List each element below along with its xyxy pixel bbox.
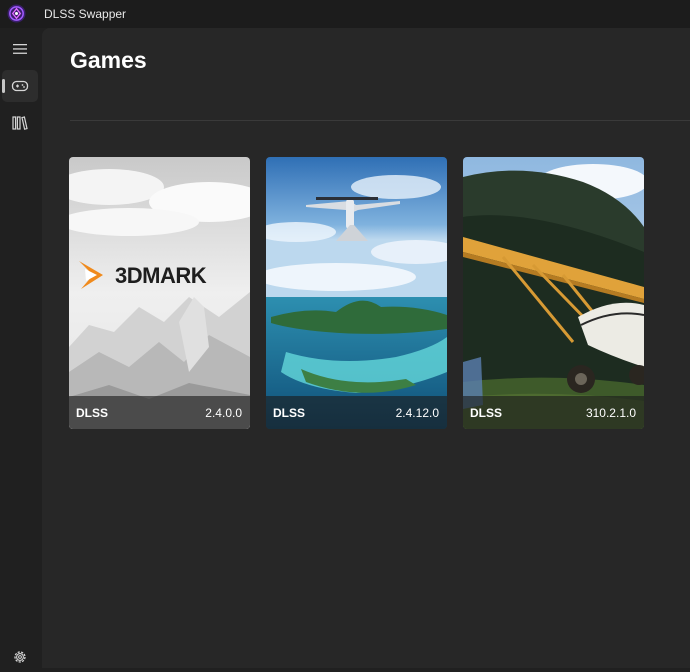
dlss-label: DLSS	[470, 405, 503, 420]
game-cover-3dmark	[69, 157, 250, 429]
selection-indicator	[2, 79, 5, 93]
gamepad-icon	[11, 80, 29, 92]
page-title: Games	[70, 47, 147, 73]
game-card-flight-forest[interactable]: DLSS 310.2.1.0	[463, 157, 644, 429]
nav-item-games[interactable]	[2, 70, 38, 102]
card-footer: DLSS 2.4.0.0	[69, 396, 250, 429]
game-cover-island	[266, 157, 447, 429]
menu-toggle-button[interactable]	[2, 33, 38, 65]
nav-item-library[interactable]	[2, 107, 38, 139]
library-icon	[12, 116, 28, 130]
game-card-flight-island[interactable]: DLSS 2.4.12.0	[266, 157, 447, 429]
navigation-rail	[0, 28, 42, 668]
game-art-title: 3DMARK	[115, 263, 207, 288]
game-card-3dmark[interactable]: 3DMARK DLSS 2.4.0.0	[69, 157, 250, 429]
header-divider	[70, 120, 690, 121]
card-footer: DLSS 310.2.1.0	[463, 396, 644, 429]
game-cover-forest	[463, 157, 644, 429]
dlss-label: DLSS	[76, 405, 109, 420]
dlss-version: 2.4.12.0	[395, 405, 439, 420]
dlss-version: 2.4.0.0	[205, 405, 242, 420]
title-bar: DLSS Swapper	[0, 0, 690, 28]
app-logo-icon	[7, 4, 26, 23]
app-title: DLSS Swapper	[44, 7, 127, 21]
hamburger-menu-icon	[13, 44, 27, 54]
main-content: Games 3DMARK DLSS 2.4.0.0 DLSS 2.4.12.0 …	[42, 28, 690, 668]
dlss-label: DLSS	[273, 405, 306, 420]
gear-icon	[14, 651, 26, 663]
dlss-version: 310.2.1.0	[585, 405, 636, 420]
card-footer: DLSS 2.4.12.0	[266, 396, 447, 429]
